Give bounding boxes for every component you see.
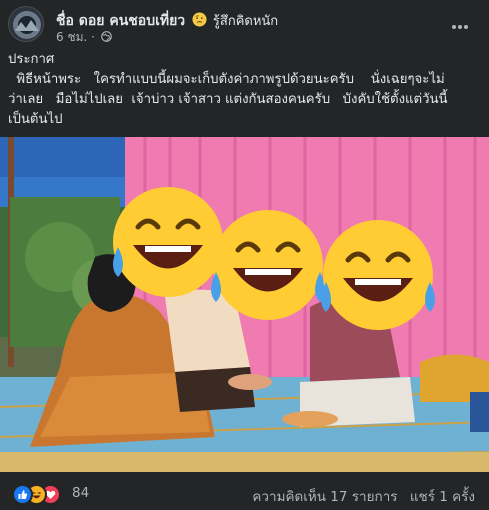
post-text-line: พิธีหน้าพระ ใครทำแบบนี้ผมจะเก็บตังค่าภาพ… <box>8 72 445 87</box>
reaction-count: 84 <box>72 485 90 501</box>
post-text-line: ว่าเลย มือไม่ไปเลย เจ้าบ่าว เจ้าสาว แต่ง… <box>8 92 448 107</box>
post-body: ประกาศ พิธีหน้าพระ ใครทำแบบนี้ผมจะเก็บตั… <box>8 50 483 130</box>
meta-separator: · <box>91 30 95 44</box>
post-text-line: ประกาศ <box>8 52 55 67</box>
shares-count-link[interactable]: แชร์ 1 ครั้ง <box>410 489 475 505</box>
post-meta: 6 ชม. · <box>56 28 112 47</box>
author-name[interactable]: ชื่อ ดอย คนชอบเที่ยว <box>56 13 185 29</box>
post-text-line: เป็นต้นไป <box>8 112 63 127</box>
globe-icon[interactable] <box>100 31 112 42</box>
post-header: ชื่อ ดอย คนชอบเที่ยว รู้สึกคิดหนัก 6 ชม.… <box>8 6 481 44</box>
post-footer: 84 ความคิดเห็น 17 รายการ แชร์ 1 ครั้ง <box>0 472 489 510</box>
author-avatar[interactable] <box>8 6 44 42</box>
comments-count-link[interactable]: ความคิดเห็น 17 รายการ <box>252 489 397 505</box>
post-card: ชื่อ ดอย คนชอบเที่ยว รู้สึกคิดหนัก 6 ชม.… <box>0 0 489 510</box>
post-stats: ความคิดเห็น 17 รายการ แชร์ 1 ครั้ง <box>252 485 475 507</box>
post-photo[interactable] <box>0 137 489 472</box>
like-icon <box>12 484 33 505</box>
thinking-face-icon <box>192 12 207 27</box>
post-time[interactable]: 6 ชม. <box>56 30 87 44</box>
feeling-text[interactable]: รู้สึกคิดหนัก <box>213 14 278 29</box>
more-options-button[interactable] <box>451 14 475 34</box>
